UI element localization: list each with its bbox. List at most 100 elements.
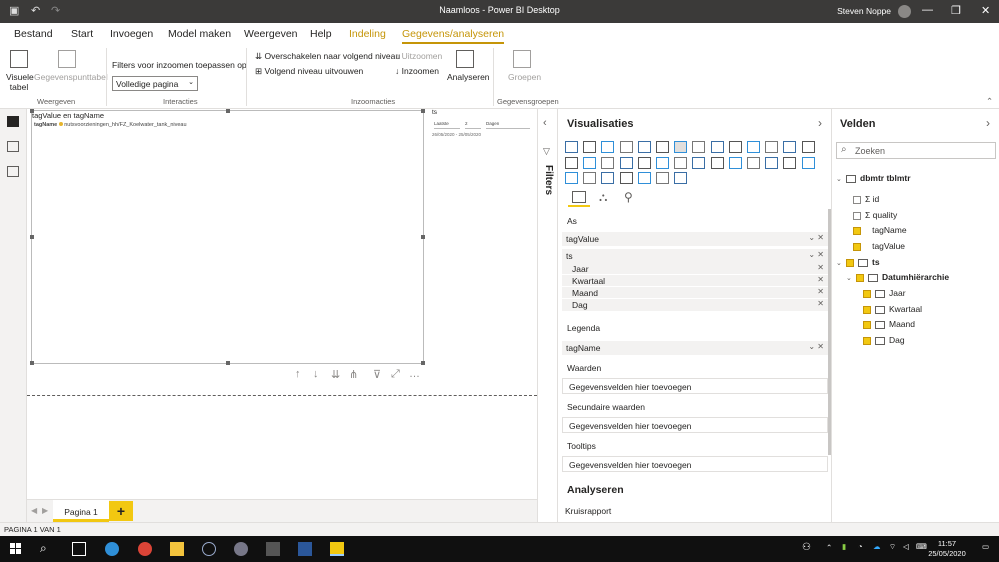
filters-label[interactable]: Filters (543, 165, 554, 195)
visual-type-icon[interactable] (728, 156, 742, 169)
task-view-icon[interactable] (72, 542, 86, 556)
field-level[interactable]: Kwartaal (863, 304, 922, 314)
notification-icon[interactable]: ▭ (982, 542, 989, 551)
chevron-up-icon[interactable]: ⌃ (826, 543, 832, 552)
field-item[interactable]: Σ id (853, 194, 879, 204)
chrome-icon[interactable] (138, 542, 152, 556)
edge-icon[interactable] (105, 542, 119, 556)
visual-type-icon[interactable] (783, 141, 797, 153)
field-item[interactable]: tagName (853, 225, 907, 235)
drill-down-icon[interactable]: ↓ (313, 368, 319, 380)
visual-type-icon[interactable] (765, 156, 779, 169)
page-next-icon[interactable]: ▶ (42, 506, 48, 515)
tab-invoegen[interactable]: Invoegen (110, 28, 153, 40)
visual-type-icon[interactable] (710, 156, 724, 169)
checkbox[interactable] (863, 289, 871, 298)
tab-indeling[interactable]: Indeling (349, 28, 386, 40)
visual-type-icon[interactable] (801, 156, 815, 169)
data-view-icon[interactable] (7, 141, 19, 152)
visual-type-icon[interactable] (637, 156, 651, 169)
tab-weergeven[interactable]: Weergeven (244, 28, 298, 40)
paint-roller-icon[interactable]: ⛬ (599, 190, 607, 205)
page-prev-icon[interactable]: ◀ (31, 506, 37, 515)
report-view-icon[interactable] (7, 116, 19, 127)
tab-model-maken[interactable]: Model maken (168, 28, 231, 40)
clock-date[interactable]: 25/05/2020 (918, 549, 976, 558)
visual-type-icon[interactable] (674, 141, 688, 153)
filters-pane[interactable]: ‹ ▽ Filters (537, 109, 558, 522)
field-hierarchy[interactable]: ⌄ Datumhiërarchie (846, 272, 949, 282)
collapse-ribbon-icon[interactable]: ⌃ (986, 96, 993, 107)
field-item[interactable]: Σ quality (853, 210, 897, 220)
maximize-icon[interactable]: ❐ (951, 4, 961, 17)
field-level[interactable]: Jaar (863, 288, 906, 298)
add-page-button[interactable]: + (109, 501, 133, 521)
visual-type-icon[interactable] (765, 141, 779, 153)
remove-icon[interactable]: ✕ (817, 299, 824, 308)
visual-type-icon[interactable] (619, 156, 633, 169)
checkbox[interactable] (853, 226, 861, 235)
visual-type-icon[interactable] (583, 172, 597, 184)
resize-handle[interactable] (421, 235, 425, 239)
visual-type-icon[interactable] (747, 156, 760, 169)
remove-icon[interactable]: ✕ (817, 287, 824, 296)
fields-tab-icon[interactable] (572, 191, 586, 203)
people-icon[interactable]: ⚇ (802, 542, 811, 553)
visual-type-icon[interactable] (747, 141, 760, 153)
battery-icon[interactable]: ▮ (842, 542, 846, 551)
resize-handle[interactable] (30, 109, 34, 113)
well-drop-waarden[interactable]: Gegevensvelden hier toevoegen (562, 378, 828, 394)
checkbox[interactable] (853, 242, 861, 251)
network-icon[interactable]: ◔ (858, 542, 863, 551)
wifi-icon[interactable]: ⌔ (889, 542, 896, 552)
visual-type-icon[interactable] (637, 141, 651, 153)
chevron-right-icon[interactable]: › (818, 116, 822, 130)
avatar[interactable] (898, 5, 911, 18)
checkbox[interactable] (863, 320, 871, 329)
search-icon[interactable]: ⌕ (40, 541, 54, 555)
well-ts-level[interactable]: Kwartaal ✕ (562, 275, 828, 286)
filter-icon[interactable]: ⊽ (373, 368, 381, 381)
filters-select[interactable]: Volledige pagina ⌄ (112, 76, 198, 91)
chevron-close-icons[interactable]: ⌄ ✕ (808, 233, 824, 242)
well-field-tagvalue[interactable]: tagValue ⌄ ✕ (562, 232, 828, 246)
expand-hierarchy-icon[interactable]: ⋔ (349, 368, 358, 381)
model-view-icon[interactable] (7, 166, 19, 177)
field-item[interactable]: tagValue (853, 241, 905, 251)
fields-search[interactable]: ⌕ Zoeken (836, 142, 996, 159)
visual-type-icon[interactable] (583, 156, 597, 169)
visual-type-icon[interactable] (728, 141, 742, 153)
visual-type-icon[interactable] (801, 141, 815, 153)
well-ts-level[interactable]: Maand ✕ (562, 287, 828, 298)
visual-type-icon[interactable] (601, 156, 615, 169)
chevron-right-icon[interactable]: › (986, 116, 990, 130)
well-field-ts[interactable]: ts ⌄ ✕ (562, 249, 828, 263)
visual-type-icon[interactable] (656, 156, 669, 169)
slicer-operator[interactable]: Laatste (434, 121, 460, 129)
powerbi-icon[interactable] (330, 542, 344, 556)
resize-handle[interactable] (421, 109, 425, 113)
visuele-tabel-button[interactable]: Visuele tabel (6, 72, 34, 92)
tab-bestand[interactable]: Bestand (14, 28, 53, 40)
visual-type-icon[interactable] (674, 172, 688, 184)
visual-type-icon[interactable] (565, 156, 578, 169)
well-ts-level[interactable]: Jaar ✕ (562, 263, 828, 274)
search-input[interactable]: Zoeken (855, 146, 885, 156)
start-icon[interactable] (10, 543, 21, 554)
visual-type-icon[interactable] (656, 172, 669, 184)
well-drop-tooltips[interactable]: Gegevensvelden hier toevoegen (562, 456, 828, 472)
calculator-icon[interactable] (266, 542, 280, 556)
checkbox[interactable] (853, 195, 861, 204)
chevron-down-icon[interactable]: ⌄ (836, 259, 846, 267)
visual-type-icon[interactable] (692, 156, 706, 169)
resize-handle[interactable] (226, 361, 230, 365)
well-field-tagname[interactable]: tagName ⌄ ✕ (562, 341, 828, 355)
page-tab[interactable]: Pagina 1 (53, 500, 109, 522)
visual-type-icon[interactable] (619, 172, 633, 184)
field-level[interactable]: Dag (863, 335, 905, 345)
visual-type-icon[interactable] (565, 172, 578, 184)
resize-handle[interactable] (30, 235, 34, 239)
field-ts[interactable]: ⌄ ts (836, 257, 880, 267)
next-level-icon[interactable]: ⇊ (331, 368, 340, 381)
clock-time[interactable]: 11:57 (925, 539, 969, 548)
